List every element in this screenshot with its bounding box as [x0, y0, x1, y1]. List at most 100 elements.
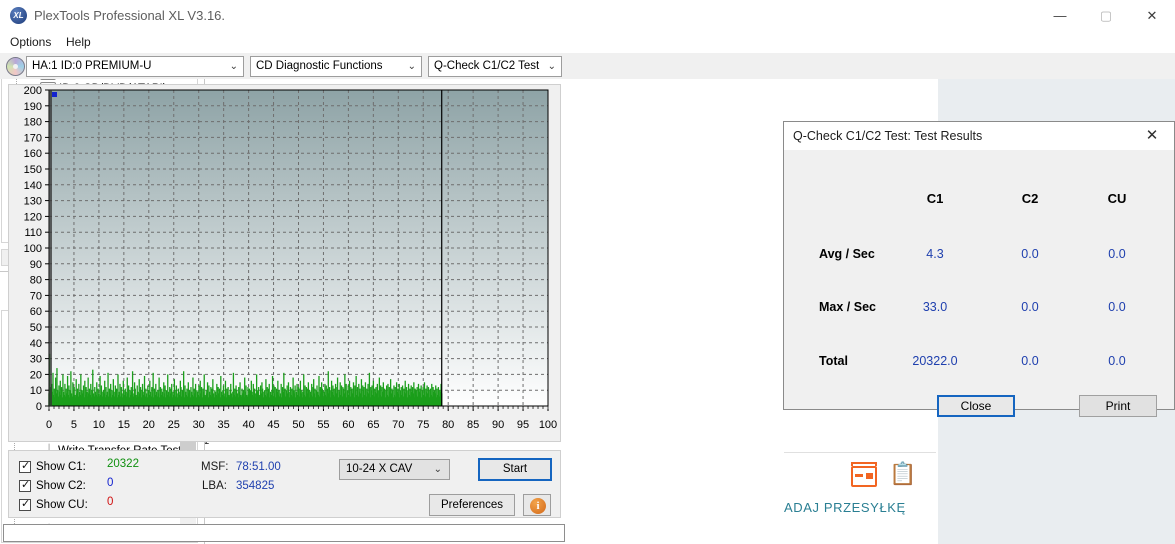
results-dialog-title: Q-Check C1/C2 Test: Test Results	[793, 129, 983, 143]
x-axis-tick-label: 55	[317, 419, 329, 431]
results-dialog-body: C1 C2 CU Avg / Sec 4.3 0.0 0.0 Max / Sec…	[785, 150, 1173, 417]
chevron-down-icon: ⌄	[433, 464, 442, 475]
y-axis-strip	[49, 90, 52, 406]
x-axis-tick-label: 25	[168, 419, 180, 431]
x-axis-tick-label: 0	[46, 419, 52, 431]
chevron-down-icon: ⌄	[407, 61, 416, 72]
y-axis-tick-label: 110	[24, 227, 42, 239]
y-axis-tick-label: 90	[30, 259, 42, 271]
speed-select[interactable]: 10-24 X CAV ⌄	[339, 459, 450, 480]
results-close-button[interactable]: Close	[937, 395, 1015, 417]
x-axis-tick-label: 85	[467, 419, 479, 431]
info-button[interactable]: i	[523, 494, 551, 516]
results-cell: 4.3	[926, 247, 944, 261]
show-c2-checkbox[interactable]: Show C2:	[19, 477, 86, 495]
close-icon[interactable]: ✕	[1134, 122, 1170, 150]
plextools-menubar: Options Help	[0, 31, 1175, 53]
log-output-panel	[3, 524, 565, 542]
x-axis-tick-label: 60	[342, 419, 354, 431]
tree-expander-icon[interactable]: +	[29, 542, 34, 543]
cu-count-value: 0	[107, 496, 114, 508]
y-axis-tick-label: 40	[30, 338, 42, 350]
chevron-down-icon: ⌄	[547, 61, 556, 72]
c1-count-value: 20322	[107, 458, 139, 470]
results-cell: 0.0	[1108, 354, 1126, 368]
checkbox-icon	[19, 478, 31, 492]
show-c2-label: Show C2:	[36, 480, 86, 492]
parcel-icon[interactable]	[851, 466, 877, 487]
menu-help[interactable]: Help	[66, 31, 91, 53]
results-row-label: Max / Sec	[819, 300, 876, 314]
minimize-icon[interactable]: —	[1037, 0, 1083, 31]
x-axis-tick-label: 35	[218, 419, 230, 431]
results-cell: 0.0	[1021, 247, 1039, 261]
results-cell: 0.0	[1108, 300, 1126, 314]
x-axis-tick-label: 75	[417, 419, 429, 431]
plextools-title: PlexTools Professional XL V3.16.	[34, 8, 226, 23]
results-cell: 33.0	[922, 300, 948, 314]
x-axis-tick-label: 15	[118, 419, 130, 431]
chevron-down-icon: ⌄	[229, 61, 238, 72]
category-select[interactable]: CD Diagnostic Functions ⌄	[250, 56, 422, 77]
x-axis-tick-label: 90	[492, 419, 504, 431]
y-axis-tick-label: 100	[24, 243, 42, 255]
document-add-icon[interactable]: 📋	[889, 461, 916, 487]
results-row-label: Total	[819, 354, 848, 368]
category-select-value: CD Diagnostic Functions	[256, 60, 383, 72]
y-axis-tick-label: 140	[24, 180, 42, 192]
info-icon: i	[530, 498, 546, 514]
chart-controls-panel: Show C1: 20322 Show C2: 0 Show CU: 0 MSF…	[8, 450, 561, 518]
y-axis-tick-label: 80	[30, 275, 42, 287]
y-axis-tick-label: 160	[24, 148, 42, 160]
x-axis-tick-label: 5	[71, 419, 77, 431]
menu-options[interactable]: Options	[10, 31, 51, 53]
results-cell: 0.0	[1108, 247, 1126, 261]
y-axis-tick-label: 180	[24, 117, 42, 129]
x-axis-tick-label: 45	[267, 419, 279, 431]
y-axis-tick-label: 60	[30, 306, 42, 318]
c1c2-chart[interactable]: 0 10 20 30 40 50 60 70 80 90 100 110 120 130 140 150 160…	[9, 85, 562, 443]
start-button[interactable]: Start	[478, 458, 552, 481]
y-axis-tick-label: 30	[30, 354, 42, 366]
test-select-value: Q-Check C1/C2 Test	[434, 60, 540, 72]
results-print-button[interactable]: Print	[1079, 395, 1157, 417]
checkbox-icon	[19, 459, 31, 473]
show-c1-label: Show C1:	[36, 461, 86, 473]
x-axis-tick-label: 80	[442, 419, 454, 431]
x-axis-tick-label: 65	[367, 419, 379, 431]
test-select[interactable]: Q-Check C1/C2 Test ⌄	[428, 56, 562, 77]
plextools-toolbar: HA:1 ID:0 PREMIUM-U ⌄ CD Diagnostic Func…	[0, 53, 1175, 79]
device-select-value: HA:1 ID:0 PREMIUM-U	[32, 60, 152, 72]
disc-icon	[6, 57, 25, 76]
show-cu-checkbox[interactable]: Show CU:	[19, 496, 88, 514]
background-ship-link[interactable]: ADAJ PRZESYŁKĘ	[784, 500, 906, 515]
y-axis-tick-label: 50	[30, 322, 42, 334]
results-dialog-titlebar: Q-Check C1/C2 Test: Test Results ✕	[784, 122, 1174, 150]
y-axis-tick-label: 200	[24, 85, 42, 97]
results-column-cu: CU	[1107, 191, 1127, 206]
speed-select-value: 10-24 X CAV	[346, 463, 413, 475]
maximize-icon[interactable]: ▢	[1083, 0, 1129, 31]
close-icon[interactable]: ✕	[1129, 0, 1175, 31]
show-c1-checkbox[interactable]: Show C1:	[19, 458, 86, 476]
y-axis-tick-label: 20	[30, 369, 42, 381]
results-cell: 0.0	[1021, 300, 1039, 314]
c2-count-value: 0	[107, 477, 114, 489]
x-axis-tick-label: 100	[539, 419, 557, 431]
x-axis-tick-label: 10	[93, 419, 105, 431]
device-select[interactable]: HA:1 ID:0 PREMIUM-U ⌄	[26, 56, 244, 77]
plextools-logo-icon: XL	[10, 7, 27, 24]
show-cu-label: Show CU:	[36, 499, 88, 511]
c2-legend-marker	[52, 92, 57, 97]
y-axis-tick-label: 150	[24, 164, 42, 176]
plextools-titlebar: XL PlexTools Professional XL V3.16. — ▢ …	[0, 0, 1175, 31]
x-axis-tick-label: 70	[392, 419, 404, 431]
results-column-c1: C1	[926, 191, 944, 206]
lba-value: 354825	[236, 480, 275, 492]
preferences-button[interactable]: Preferences	[429, 494, 515, 516]
test-results-dialog: Q-Check C1/C2 Test: Test Results ✕ C1 C2…	[783, 121, 1175, 417]
x-axis-tick-label: 95	[517, 419, 529, 431]
results-cell: 0.0	[1021, 354, 1039, 368]
msf-label: MSF:	[201, 461, 229, 473]
y-axis-tick-label: 170	[24, 132, 42, 144]
